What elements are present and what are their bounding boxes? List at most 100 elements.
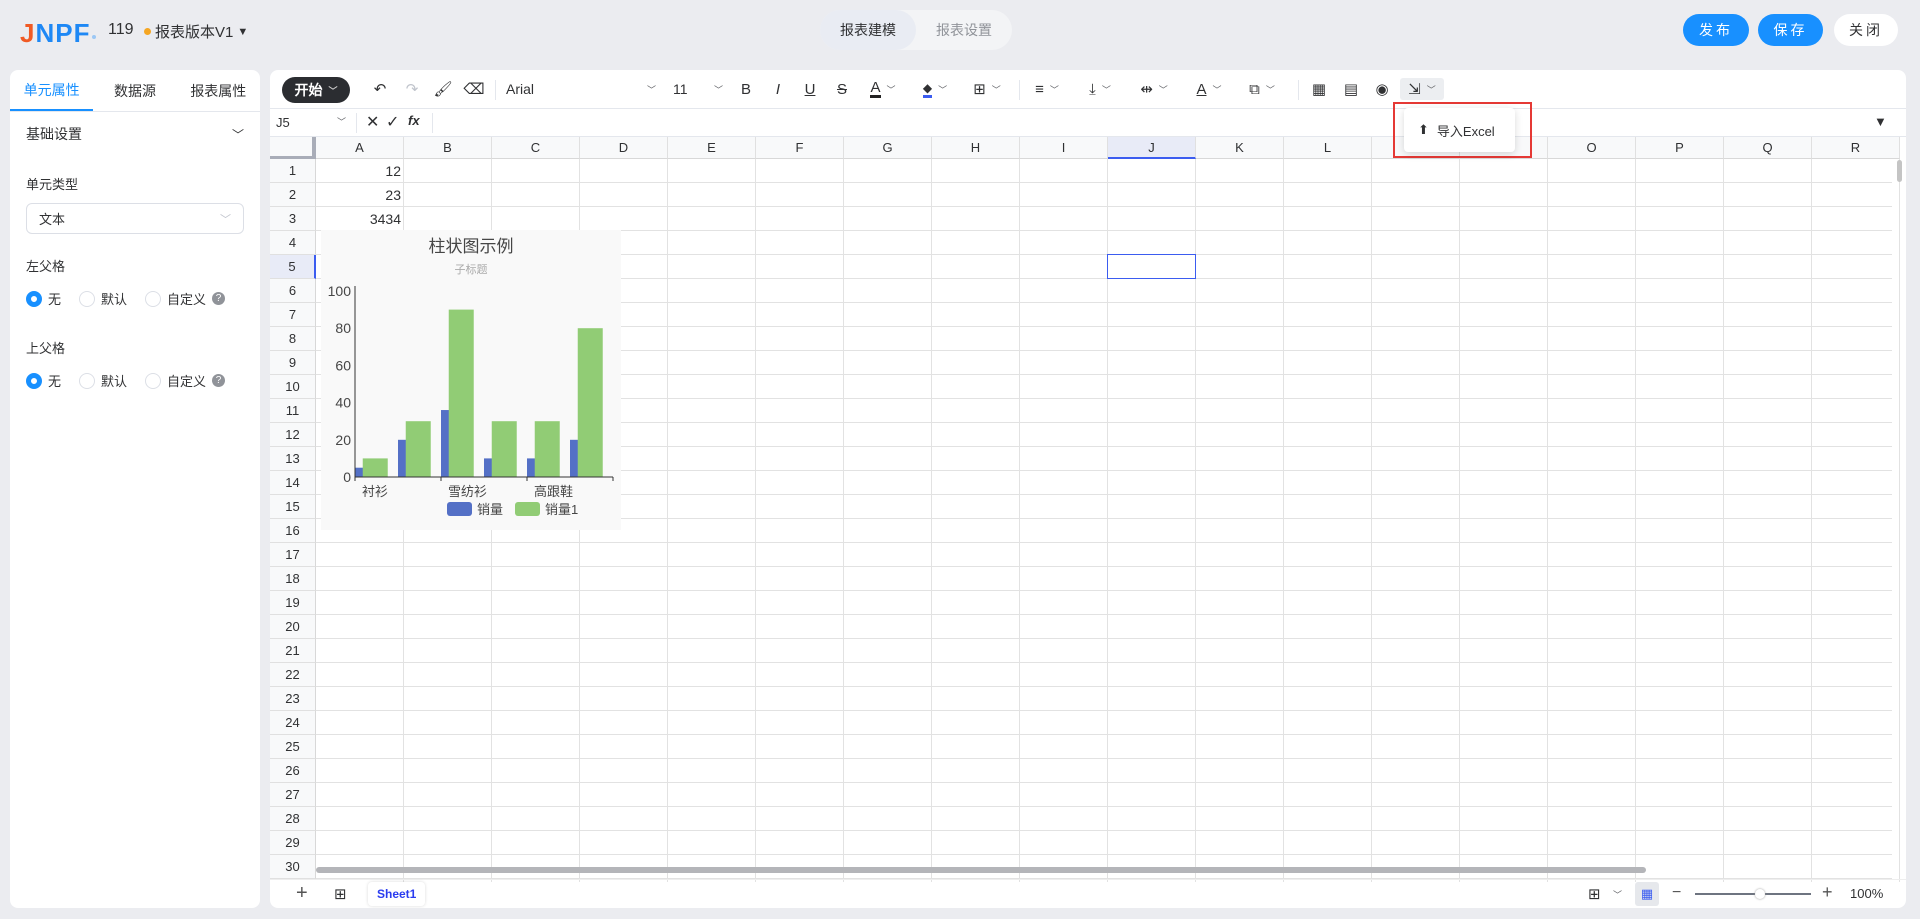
help-icon[interactable]: ? — [212, 292, 226, 305]
undo-icon[interactable]: ↶ — [370, 78, 390, 100]
selected-cell-J5[interactable] — [1107, 254, 1196, 279]
column-header-L[interactable]: L — [1284, 137, 1372, 159]
row-header-23[interactable]: 23 — [270, 687, 316, 711]
merge-cells-button[interactable]: ⧉ ﹀ — [1245, 78, 1279, 100]
column-header-F[interactable]: F — [756, 137, 844, 159]
text-wrap-button[interactable]: ⇹ ﹀ — [1137, 78, 1171, 100]
row-header-12[interactable]: 12 — [270, 423, 316, 447]
zoom-in-icon[interactable]: + — [1822, 882, 1833, 903]
vertical-align-button[interactable]: ⤓ ﹀ — [1083, 78, 1117, 100]
publish-button[interactable]: 发布 — [1683, 14, 1749, 46]
row-header-29[interactable]: 29 — [270, 831, 316, 855]
import-excel-menu-item[interactable]: ⬆︎ 导入Excel — [1404, 108, 1515, 152]
clear-format-icon[interactable]: ⌫ — [463, 78, 484, 100]
radio-none[interactable]: 无 — [26, 289, 61, 308]
vertical-scrollbar[interactable] — [1897, 160, 1902, 182]
column-header-O[interactable]: O — [1548, 137, 1636, 159]
cell-A1[interactable]: 12 — [316, 159, 404, 183]
column-header-H[interactable]: H — [932, 137, 1020, 159]
expand-triangle-icon[interactable]: ▼ — [1874, 114, 1887, 129]
row-header-10[interactable]: 10 — [270, 375, 316, 399]
row-header-18[interactable]: 18 — [270, 567, 316, 591]
column-header-G[interactable]: G — [844, 137, 932, 159]
function-icon[interactable]: fx — [408, 113, 420, 128]
cell-type-select[interactable]: 文本 ﹀ — [26, 203, 244, 234]
underline-button[interactable]: U — [800, 78, 820, 100]
close-button[interactable]: 关闭 — [1834, 14, 1898, 46]
row-header-17[interactable]: 17 — [270, 543, 316, 567]
row-header-27[interactable]: 27 — [270, 783, 316, 807]
basic-settings-header[interactable]: 基础设置 ﹀ — [10, 112, 260, 156]
bold-button[interactable]: B — [736, 78, 756, 100]
cell-A3[interactable]: 3434 — [316, 207, 404, 231]
select-all-corner[interactable] — [270, 137, 316, 159]
column-header-B[interactable]: B — [404, 137, 492, 159]
row-header-1[interactable]: 1 — [270, 159, 316, 183]
row-header-4[interactable]: 4 — [270, 231, 316, 255]
tab-report-settings[interactable]: 报表设置 — [916, 10, 1012, 50]
row-header-30[interactable]: 30 — [270, 855, 316, 879]
gridlines-toggle-icon[interactable]: ▦ — [1635, 882, 1659, 906]
font-family-select[interactable]: Arial ﹀ — [506, 78, 656, 100]
radio-default[interactable]: 默认 — [79, 371, 127, 390]
row-header-28[interactable]: 28 — [270, 807, 316, 831]
redo-icon[interactable]: ↷ — [402, 78, 422, 100]
radio-default[interactable]: 默认 — [79, 289, 127, 308]
row-header-8[interactable]: 8 — [270, 327, 316, 351]
row-header-26[interactable]: 26 — [270, 759, 316, 783]
cancel-icon[interactable]: ✕ — [366, 112, 379, 132]
column-header-A[interactable]: A — [316, 137, 404, 159]
border-button[interactable]: ⊞ ﹀ — [970, 78, 1004, 100]
print-icon[interactable]: ▤ — [1341, 78, 1361, 100]
version-selector[interactable]: 报表版本V1 ▼ — [144, 21, 248, 42]
horizontal-scrollbar[interactable] — [316, 867, 1646, 873]
row-header-7[interactable]: 7 — [270, 303, 316, 327]
column-header-J[interactable]: J — [1108, 137, 1196, 159]
bar-chart[interactable]: 柱状图示例子标题 0 20 40 60 80 100 衬衫 雪纺衫 高跟鞋销量 销量1 — [321, 230, 621, 530]
column-header-Q[interactable]: Q — [1724, 137, 1812, 159]
column-header-P[interactable]: P — [1636, 137, 1724, 159]
horizontal-align-button[interactable]: ≡ ﹀ — [1030, 78, 1064, 100]
column-header-D[interactable]: D — [580, 137, 668, 159]
sheet-list-icon[interactable]: ⊞ — [334, 885, 347, 903]
row-header-21[interactable]: 21 — [270, 639, 316, 663]
row-header-16[interactable]: 16 — [270, 519, 316, 543]
column-header-E[interactable]: E — [668, 137, 756, 159]
tab-cell-properties[interactable]: 单元属性 — [10, 70, 94, 111]
column-header-I[interactable]: I — [1020, 137, 1108, 159]
radio-custom[interactable]: 自定义? — [145, 371, 226, 390]
chevron-down-icon[interactable]: ﹀ — [1613, 886, 1622, 901]
row-header-15[interactable]: 15 — [270, 495, 316, 519]
font-color-button[interactable]: A ﹀ — [866, 78, 900, 100]
radio-none[interactable]: 无 — [26, 371, 61, 390]
save-button[interactable]: 保存 — [1758, 14, 1823, 46]
row-header-25[interactable]: 25 — [270, 735, 316, 759]
zoom-slider-handle[interactable] — [1755, 889, 1765, 899]
row-header-9[interactable]: 9 — [270, 351, 316, 375]
row-header-20[interactable]: 20 — [270, 615, 316, 639]
cell-reference-box[interactable]: J5 ﹀ — [276, 115, 346, 130]
format-painter-icon[interactable]: 🖌︎ — [433, 78, 453, 100]
row-header-22[interactable]: 22 — [270, 663, 316, 687]
strikethrough-button[interactable]: S — [832, 78, 852, 100]
radio-custom[interactable]: 自定义? — [145, 289, 226, 308]
row-header-5[interactable]: 5 — [270, 255, 316, 279]
row-header-24[interactable]: 24 — [270, 711, 316, 735]
add-sheet-icon[interactable]: + — [296, 882, 308, 905]
column-header-R[interactable]: R — [1812, 137, 1900, 159]
freeze-icon[interactable]: ⊞ — [1588, 885, 1601, 903]
zoom-slider[interactable] — [1695, 893, 1811, 895]
import-menu-button[interactable]: ⇲ ﹀ — [1400, 78, 1444, 100]
row-header-6[interactable]: 6 — [270, 279, 316, 303]
font-size-select[interactable]: 11 ﹀ — [673, 78, 723, 100]
sheet-tab-sheet1[interactable]: Sheet1 — [368, 882, 425, 906]
cell-A2[interactable]: 23 — [316, 183, 404, 207]
zoom-out-icon[interactable]: − — [1672, 884, 1681, 902]
row-header-14[interactable]: 14 — [270, 471, 316, 495]
row-header-19[interactable]: 19 — [270, 591, 316, 615]
italic-button[interactable]: I — [768, 78, 788, 100]
column-header-C[interactable]: C — [492, 137, 580, 159]
tab-data-source[interactable]: 数据源 — [93, 70, 176, 111]
row-header-2[interactable]: 2 — [270, 183, 316, 207]
formula-input[interactable] — [438, 111, 1818, 135]
